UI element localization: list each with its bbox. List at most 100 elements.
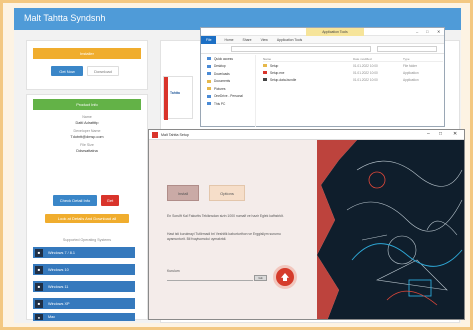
file-date: 01.01.2022 10:00: [353, 70, 378, 75]
product-box-spine: [164, 77, 168, 120]
setup-titlebar: Malt Tahtta Setup – □ ✕: [149, 130, 464, 140]
get-now-button[interactable]: Get Now: [51, 66, 83, 76]
file-type: File folder: [403, 63, 417, 68]
explorer-file-list: Name Date modified Type Setup 01.01.2022…: [263, 56, 443, 83]
folder-icon: [207, 87, 211, 91]
maximize-icon[interactable]: □: [426, 29, 428, 34]
computer-icon: [207, 102, 211, 106]
developer-label: Developer Name: [73, 129, 101, 133]
nav-item-documents[interactable]: Documents: [201, 78, 255, 86]
file-explorer-window: Application Tools – □ ✕ File Home Share …: [200, 27, 445, 127]
install-tab-button[interactable]: Install: [167, 185, 199, 201]
os-item-label: Mac: [48, 315, 56, 319]
column-name[interactable]: Name: [263, 57, 353, 61]
os-item-windows-xp[interactable]: ■ Windows XP: [33, 298, 135, 309]
minimize-icon[interactable]: –: [427, 131, 430, 137]
installer-panel-header: Installer: [33, 48, 141, 59]
nav-item-label: Desktop: [214, 64, 226, 69]
column-type[interactable]: Type: [403, 57, 438, 61]
explorer-ribbon: File Home Share View Application Tools: [201, 35, 444, 44]
name-value: Dattl Adrattttp: [75, 121, 99, 125]
explorer-nav-pane: Quick access Desktop Downloads Documents…: [201, 55, 256, 127]
install-path-input[interactable]: [167, 277, 253, 281]
maximize-icon[interactable]: □: [439, 131, 442, 137]
nav-item-label: OneDrive - Personal: [214, 94, 243, 99]
ribbon-home-tab[interactable]: Home: [224, 38, 233, 42]
close-icon[interactable]: ✕: [437, 29, 440, 34]
application-icon: [263, 78, 267, 81]
info-panel: Product Info Name Dattl Adrattttp Develo…: [26, 94, 148, 321]
os-item-label: Windows 7 / 8.1: [48, 250, 76, 255]
folder-icon: [207, 79, 211, 83]
install-arrow-icon: [281, 273, 289, 281]
os-item-windows-11[interactable]: ■ Windows 11: [33, 281, 135, 292]
get-button[interactable]: Get: [101, 195, 119, 206]
explorer-titlebar: Application Tools – □ ✕: [201, 28, 444, 36]
setup-description-1: En Sorulft Kal Fakurtts Tekiknsdan sizin…: [167, 214, 284, 218]
cloud-icon: [207, 94, 211, 98]
file-type: Application: [403, 70, 419, 75]
apple-icon: ●: [35, 314, 43, 320]
setup-title: Malt Tahtta Setup: [161, 133, 189, 137]
ribbon-file-tab[interactable]: File: [201, 35, 217, 44]
nav-item-label: Downloads: [214, 71, 230, 76]
product-box-image: Tahtta: [163, 76, 193, 120]
nav-item-label: Pictures: [214, 86, 226, 91]
nav-item-onedrive[interactable]: OneDrive - Personal: [201, 93, 255, 101]
download-button[interactable]: Download: [87, 66, 119, 76]
file-name: Setup.exe: [270, 70, 285, 75]
address-bar[interactable]: [231, 46, 371, 52]
windows-icon: ■: [35, 248, 43, 257]
nav-item-quick-access[interactable]: Quick access: [201, 55, 255, 63]
application-icon: [263, 71, 267, 74]
file-row[interactable]: Setup.exe 01.01.2022 10:00 Application: [263, 69, 443, 76]
minimize-icon[interactable]: –: [416, 29, 418, 34]
app-title: Malt Tahtta Syndsnh: [24, 13, 106, 23]
windows-icon: ■: [35, 265, 43, 274]
installer-panel: Installer Get Now Download: [26, 40, 148, 90]
download-icon: [207, 72, 211, 76]
os-subtitle: Supported Operating Systems: [62, 238, 112, 242]
filesize-label: File Size: [80, 143, 94, 147]
info-panel-header: Product Info: [33, 99, 141, 110]
filesize-value: Ddsrsattatna: [76, 149, 98, 153]
product-box-title: Tahtta: [170, 91, 180, 95]
nav-item-label: Quick access: [214, 56, 233, 61]
nav-item-label: This PC: [214, 101, 226, 106]
check-detail-button[interactable]: Check Detail Info: [53, 195, 97, 206]
nav-item-downloads[interactable]: Downloads: [201, 70, 255, 78]
folder-icon: [263, 64, 267, 67]
windows-icon: ■: [35, 299, 43, 308]
details-download-button[interactable]: Look at Details And Download all: [45, 214, 129, 223]
ribbon-view-tab[interactable]: View: [261, 38, 268, 42]
windows-icon: ■: [35, 282, 43, 291]
setup-description-2: Hast isti kurulmayi Tutlirmadi bri Veshi…: [167, 232, 281, 241]
install-button[interactable]: [273, 265, 297, 289]
chalkboard-illustration: [317, 140, 464, 319]
file-name: Setup: [270, 63, 279, 68]
nav-item-this-pc[interactable]: This PC: [201, 100, 255, 108]
browse-button[interactable]: Gtt: [254, 275, 267, 281]
close-icon[interactable]: ✕: [453, 131, 457, 137]
file-date: 01.01.2022 10:00: [353, 63, 378, 68]
explorer-address-row: [201, 44, 444, 54]
os-item-label: Windows 11: [48, 284, 69, 289]
nav-item-pictures[interactable]: Pictures: [201, 85, 255, 93]
search-input[interactable]: [377, 46, 437, 52]
options-tab-button[interactable]: Options: [209, 185, 245, 201]
nav-item-desktop[interactable]: Desktop: [201, 63, 255, 71]
os-item-label: Windows 10: [48, 267, 69, 272]
file-row[interactable]: Setup-data-bundle 01.01.2022 10:00 Appli…: [263, 76, 443, 83]
setup-window: Malt Tahtta Setup – □ ✕ Install Options …: [148, 129, 465, 320]
ribbon-manage-tab[interactable]: Application Tools: [277, 38, 302, 42]
os-item-windows-10[interactable]: ■ Windows 10: [33, 264, 135, 275]
file-row[interactable]: Setup 01.01.2022 10:00 File folder: [263, 62, 443, 69]
desktop-icon: [207, 64, 211, 68]
file-type: Application: [403, 77, 419, 82]
explorer-tab[interactable]: Application Tools: [306, 28, 364, 36]
install-path-label: Kurulum: [167, 269, 180, 273]
column-date[interactable]: Date modified: [353, 57, 403, 61]
os-item-windows-7[interactable]: ■ Windows 7 / 8.1: [33, 247, 135, 258]
os-item-mac[interactable]: ● Mac: [33, 313, 135, 321]
ribbon-share-tab[interactable]: Share: [243, 38, 252, 42]
